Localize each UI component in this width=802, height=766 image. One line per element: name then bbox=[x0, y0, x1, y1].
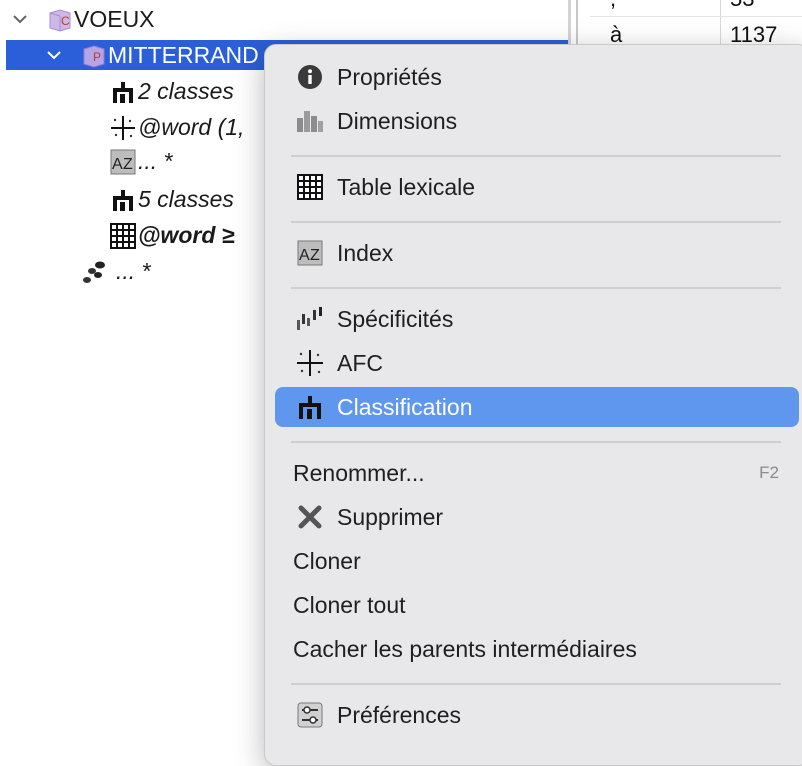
chevron-down-icon[interactable] bbox=[10, 4, 30, 34]
specificities-icon bbox=[293, 305, 327, 333]
tree-label: @word ≥ bbox=[138, 221, 235, 248]
delete-icon bbox=[293, 503, 327, 531]
footprints-icon bbox=[80, 259, 112, 283]
tree-label: ... * bbox=[116, 257, 151, 284]
svg-text:C: C bbox=[61, 14, 70, 28]
tree-label: @word (1, bbox=[138, 113, 245, 140]
tree-label: 2 classes bbox=[138, 77, 234, 104]
index-icon: A Z bbox=[293, 239, 327, 267]
menu-item-cloner[interactable]: Cloner bbox=[275, 541, 799, 581]
svg-text:Z: Z bbox=[123, 156, 133, 173]
menu-item-proprietes[interactable]: Propriétés bbox=[275, 57, 799, 97]
menu-separator bbox=[291, 287, 781, 289]
lexical-table-icon bbox=[293, 173, 327, 201]
svg-text:A: A bbox=[299, 247, 310, 264]
menu-item-cacher-parents[interactable]: Cacher les parents intermédiaires bbox=[275, 629, 799, 669]
preferences-icon bbox=[293, 701, 327, 729]
classification-icon bbox=[110, 79, 134, 103]
svg-text:P: P bbox=[93, 50, 101, 64]
chevron-down-icon[interactable] bbox=[44, 40, 64, 70]
menu-item-preferences[interactable]: Préférences bbox=[275, 695, 799, 735]
menu-item-classification[interactable]: Classification bbox=[275, 387, 799, 427]
afc-icon bbox=[110, 115, 135, 140]
tree-label: ... * bbox=[138, 147, 173, 174]
menu-separator bbox=[291, 155, 781, 157]
classification-icon bbox=[293, 393, 327, 421]
menu-separator bbox=[291, 441, 781, 443]
svg-text:A: A bbox=[112, 156, 123, 173]
menu-separator bbox=[291, 683, 781, 685]
tree-label: MITTERRAND bbox=[108, 41, 259, 68]
menu-item-afc[interactable]: AFC bbox=[275, 343, 799, 383]
tree-row-5-classes[interactable]: 5 classes bbox=[110, 184, 234, 214]
tree-label: VOEUX bbox=[74, 5, 155, 32]
tree-row-voeux[interactable]: C VOEUX bbox=[10, 4, 155, 34]
menu-item-renommer[interactable]: Renommer... F2 bbox=[275, 453, 799, 493]
tree-row-afc[interactable]: @word (1, bbox=[110, 112, 244, 142]
corpus-icon: C bbox=[46, 7, 71, 32]
menu-item-table-lexicale[interactable]: Table lexicale bbox=[275, 167, 799, 207]
menu-item-index[interactable]: A Z Index bbox=[275, 233, 799, 273]
table-cell-freq: 53 bbox=[730, 0, 754, 12]
context-menu: Propriétés Dimensions Table lexicale A Z bbox=[264, 44, 802, 766]
afc-icon bbox=[293, 349, 327, 377]
lexical-table-icon bbox=[110, 223, 136, 249]
shortcut-label: F2 bbox=[759, 463, 779, 482]
menu-item-cloner-tout[interactable]: Cloner tout bbox=[275, 585, 799, 625]
index-icon: A Z bbox=[110, 149, 136, 175]
table-row-line bbox=[590, 16, 802, 17]
dimensions-icon bbox=[293, 107, 327, 135]
tree-row-lexical-table[interactable]: @word ≥ bbox=[110, 220, 234, 250]
svg-text:Z: Z bbox=[310, 247, 320, 264]
tree-label: 5 classes bbox=[138, 185, 234, 212]
menu-item-dimensions[interactable]: Dimensions bbox=[275, 101, 799, 141]
tree-row-index[interactable]: A Z ... * bbox=[110, 146, 173, 176]
menu-item-specificites[interactable]: Spécificités bbox=[275, 299, 799, 339]
classification-icon bbox=[110, 187, 134, 211]
info-icon bbox=[293, 63, 327, 91]
tree-row-2-classes[interactable]: 2 classes bbox=[110, 76, 234, 106]
partition-icon: P bbox=[80, 43, 105, 68]
table-cell-form: , bbox=[610, 0, 616, 12]
menu-item-supprimer[interactable]: Supprimer bbox=[275, 497, 799, 537]
tree-row-footprints[interactable]: ... * bbox=[80, 256, 151, 286]
menu-separator bbox=[291, 221, 781, 223]
